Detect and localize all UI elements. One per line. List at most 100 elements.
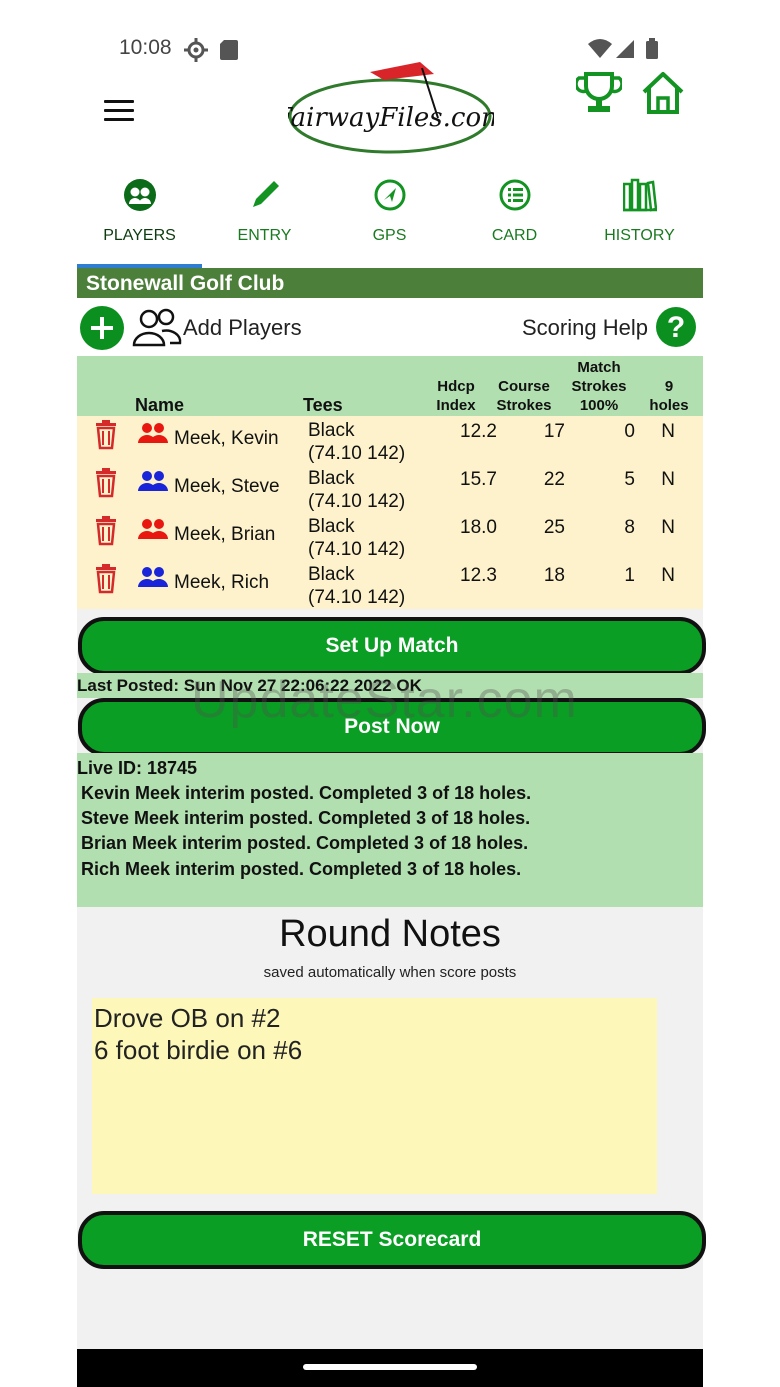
live-status-line: Brian Meek interim posted. Completed 3 o… <box>81 833 529 853</box>
match-strokes: 1 <box>624 565 635 586</box>
tee-name: Black <box>308 468 355 489</box>
list-icon <box>499 179 531 211</box>
player-tees[interactable]: Black (74.10 142) <box>308 563 405 609</box>
match-strokes: 0 <box>624 421 635 442</box>
hdcp-index: 12.3 <box>460 565 497 586</box>
status-icons-right <box>588 38 660 67</box>
col-nine-holes: 9 holes <box>643 377 695 415</box>
home-gesture-handle[interactable] <box>303 1364 477 1370</box>
nine-holes[interactable]: N <box>653 469 675 491</box>
scoring-help-label[interactable]: Scoring Help <box>522 315 648 341</box>
tee-rating: (74.10 142) <box>308 491 406 512</box>
status-time: 10:08 <box>119 36 172 59</box>
player-tees[interactable]: Black (74.10 142) <box>308 515 405 561</box>
match-strokes: 8 <box>624 517 635 538</box>
tee-name: Black <box>308 564 355 585</box>
pencil-icon <box>253 181 279 207</box>
player-name[interactable]: Meek, Brian <box>174 524 275 546</box>
signal-icon <box>616 40 634 58</box>
menu-icon[interactable] <box>104 100 134 124</box>
tee-name: Black <box>308 516 355 537</box>
tab-card[interactable]: CARD <box>452 166 577 268</box>
course-strokes: 17 <box>543 421 565 442</box>
player-name[interactable]: Meek, Kevin <box>174 428 279 450</box>
tee-rating: (74.10 142) <box>308 539 406 560</box>
col-hdcp-line2: Index <box>436 397 476 414</box>
tab-entry[interactable]: ENTRY <box>202 166 327 268</box>
col-course-strokes: Course Strokes <box>493 377 555 415</box>
live-status-line: Steve Meek interim posted. Completed 3 o… <box>81 808 531 828</box>
books-icon <box>623 178 657 212</box>
nine-holes[interactable]: N <box>653 565 675 587</box>
tee-rating: (74.10 142) <box>308 443 406 464</box>
hdcp-index: 18.0 <box>460 517 497 538</box>
tab-label: CARD <box>491 227 538 244</box>
tab-label: PLAYERS <box>103 227 176 244</box>
app-logo: FairwayFiles.com <box>273 58 506 161</box>
notes-title: Round Notes <box>279 913 501 955</box>
reset-scorecard-button[interactable]: RESET Scorecard <box>78 1211 706 1269</box>
live-status-line: Kevin Meek interim posted. Completed 3 o… <box>81 783 532 803</box>
player-tees[interactable]: Black (74.10 142) <box>308 419 405 465</box>
trash-icon[interactable] <box>93 420 119 455</box>
course-strokes: 18 <box>543 565 565 586</box>
player-name[interactable]: Meek, Rich <box>174 572 269 594</box>
live-status-line: Rich Meek interim posted. Completed 3 of… <box>81 859 522 879</box>
col-course-line1: Course <box>498 378 550 395</box>
trash-icon[interactable] <box>93 468 119 503</box>
home-icon[interactable] <box>640 70 686 121</box>
players-icon <box>124 179 156 211</box>
trash-icon[interactable] <box>93 564 119 599</box>
player-icon <box>137 565 169 594</box>
logo-text: FairwayFiles.com <box>288 103 494 133</box>
watermark: UpdateStar.com <box>191 671 578 729</box>
players-toolbar: Add Players Scoring Help ? <box>77 303 703 355</box>
player-name[interactable]: Meek, Steve <box>174 476 280 498</box>
player-tees[interactable]: Black (74.10 142) <box>308 467 405 513</box>
live-id: Live ID: 18745 <box>77 758 198 778</box>
hdcp-index: 12.2 <box>460 421 497 442</box>
col-hdcp-index: Hdcp Index <box>433 377 479 415</box>
table-row: Meek, Brian Black (74.10 142) 18.0 25 8 N <box>77 512 703 560</box>
table-row: Meek, Kevin Black (74.10 142) 12.2 17 0 N <box>77 416 703 464</box>
nine-holes[interactable]: N <box>653 517 675 539</box>
course-strokes: 25 <box>543 517 565 538</box>
col-nine-line1: 9 <box>664 378 674 395</box>
wifi-icon <box>588 39 612 58</box>
col-nine-line2: holes <box>649 397 689 414</box>
tab-bar: PLAYERS ENTRY GPS CARD HISTORY <box>77 166 703 268</box>
col-hdcp-line1: Hdcp <box>437 378 475 395</box>
navigation-icon <box>374 179 406 211</box>
tab-history[interactable]: HISTORY <box>577 166 702 268</box>
trophy-icon[interactable] <box>574 70 624 121</box>
hdcp-index: 15.7 <box>460 469 497 490</box>
players-table-header: Name Tees Hdcp Index Course Strokes Matc… <box>77 356 703 416</box>
round-notes-textarea[interactable]: Drove OB on #2 6 foot birdie on #6 <box>92 998 657 1194</box>
tab-players[interactable]: PLAYERS <box>77 166 202 268</box>
notes-subtitle: saved automatically when score posts <box>263 964 517 981</box>
tee-name: Black <box>308 420 355 441</box>
settings-icon <box>184 38 208 62</box>
col-course-line2: Strokes <box>496 397 552 414</box>
col-match-strokes: Match Strokes 100% <box>568 358 630 415</box>
course-strokes: 22 <box>543 469 565 490</box>
add-player-button[interactable] <box>80 306 124 350</box>
people-icon[interactable] <box>132 307 182 354</box>
tab-gps[interactable]: GPS <box>327 166 452 268</box>
player-icon <box>137 421 169 450</box>
tab-label: ENTRY <box>237 227 292 244</box>
nine-holes[interactable]: N <box>653 421 675 443</box>
sd-card-icon <box>220 40 238 60</box>
col-match-line3: 100% <box>579 397 619 414</box>
help-button[interactable]: ? <box>656 307 696 347</box>
col-match-line2: Strokes <box>571 378 627 395</box>
live-status-panel: Live ID: 18745 Kevin Meek interim posted… <box>77 753 703 907</box>
trash-icon[interactable] <box>93 516 119 551</box>
add-players-label[interactable]: Add Players <box>183 315 302 341</box>
col-tees: Tees <box>303 395 343 415</box>
player-icon <box>137 517 169 546</box>
setup-match-button[interactable]: Set Up Match <box>78 617 706 675</box>
col-name: Name <box>135 395 185 415</box>
table-row: Meek, Rich Black (74.10 142) 12.3 18 1 N <box>77 560 703 608</box>
tab-label: HISTORY <box>604 227 675 244</box>
